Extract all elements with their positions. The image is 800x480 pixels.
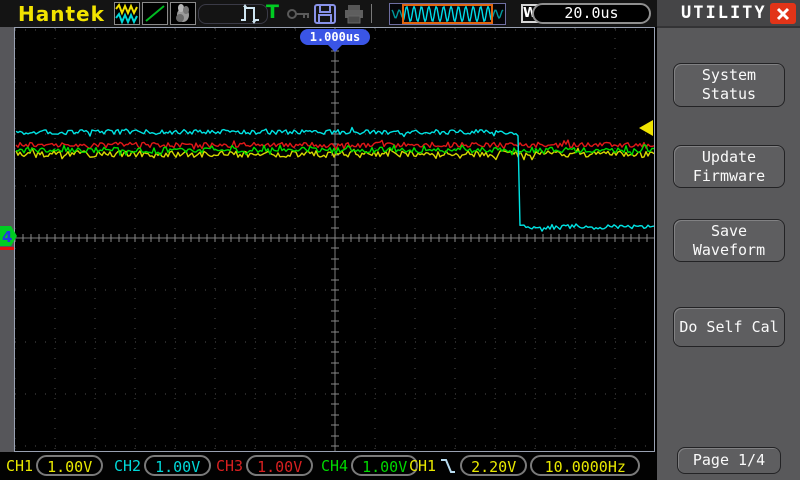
- ch4-marker-label: 4: [2, 228, 12, 246]
- trigger-source-label: CH1: [409, 457, 436, 475]
- horizontal-position-marker[interactable]: 1.000us: [300, 29, 370, 45]
- button-label-line2: Status: [674, 85, 784, 104]
- ch3-position-marker-icon: [0, 247, 14, 250]
- close-button[interactable]: [770, 3, 796, 24]
- marker-pointer-icon: [328, 45, 342, 52]
- key-icon[interactable]: [287, 8, 311, 20]
- ch1-label: CH1: [6, 457, 33, 475]
- button-label-line1: System: [674, 66, 784, 85]
- do-self-cal-button[interactable]: Do Self Cal: [673, 307, 785, 347]
- trigger-status-letter: T: [266, 1, 279, 23]
- menu-header: UTILITY: [657, 0, 800, 28]
- scope-canvas: [15, 28, 654, 451]
- trigger-level-arrow-icon[interactable]: [637, 120, 653, 136]
- utility-menu-panel: UTILITY System Status Update Firmware Sa…: [657, 0, 800, 480]
- ch3-label: CH3: [216, 457, 243, 475]
- ch3-scale-readout[interactable]: 1.00V: [246, 455, 313, 476]
- timebase-readout[interactable]: 20.0us: [532, 3, 651, 24]
- system-status-button[interactable]: System Status: [673, 63, 785, 107]
- wave-preview[interactable]: [389, 3, 506, 25]
- channel2-status: CH2 1.00V: [114, 455, 211, 476]
- trigger-level-readout[interactable]: 2.20V: [460, 455, 527, 476]
- status-bar: CH1 1.00V CH2 1.00V CH3 1.00V CH4 1.00V …: [0, 452, 657, 480]
- print-icon[interactable]: [342, 3, 366, 25]
- channel4-status: CH4 1.00V: [321, 455, 418, 476]
- close-icon: [776, 7, 790, 21]
- measure-line-icon[interactable]: [142, 2, 168, 25]
- scope-display: 1.000us: [14, 27, 655, 452]
- waveform-icon-glyph: [115, 3, 139, 24]
- trigger-status: CH1 2.20V 10.0000Hz: [409, 455, 640, 476]
- oscilloscope-app: Hantek T: [0, 0, 800, 480]
- channel3-status: CH3 1.00V: [216, 455, 313, 476]
- update-firmware-button[interactable]: Update Firmware: [673, 145, 785, 188]
- button-label-line1: Update: [674, 148, 784, 167]
- brand-logo: Hantek: [18, 2, 105, 26]
- ch4-position-marker-icon[interactable]: 4: [0, 226, 18, 252]
- pulse-icon: [239, 4, 262, 24]
- button-label-line1: Save: [674, 222, 784, 241]
- menu-title: UTILITY: [681, 3, 767, 23]
- ch4-label: CH4: [321, 457, 348, 475]
- page-indicator-button[interactable]: Page 1/4: [677, 447, 781, 474]
- toolbar-divider: [371, 4, 372, 23]
- channel1-status: CH1 1.00V: [6, 455, 103, 476]
- trigger-frequency-readout[interactable]: 10.0000Hz: [530, 455, 640, 476]
- hand-icon-glyph: [171, 3, 195, 24]
- wave-preview-glyph: [390, 4, 505, 24]
- save-icon[interactable]: [313, 3, 337, 25]
- toolbar: Hantek T: [0, 0, 657, 27]
- button-label-line1: Do Self Cal: [674, 318, 784, 337]
- ch1-scale-readout[interactable]: 1.00V: [36, 455, 103, 476]
- falling-edge-icon: [440, 457, 456, 475]
- ch2-scale-readout[interactable]: 1.00V: [144, 455, 211, 476]
- measure-line-glyph: [143, 3, 167, 24]
- ch2-label: CH2: [114, 457, 141, 475]
- button-label-line2: Firmware: [674, 167, 784, 186]
- save-waveform-button[interactable]: Save Waveform: [673, 219, 785, 262]
- button-label-line2: Waveform: [674, 241, 784, 260]
- waveform-icon[interactable]: [114, 2, 140, 25]
- hand-icon[interactable]: [170, 2, 196, 25]
